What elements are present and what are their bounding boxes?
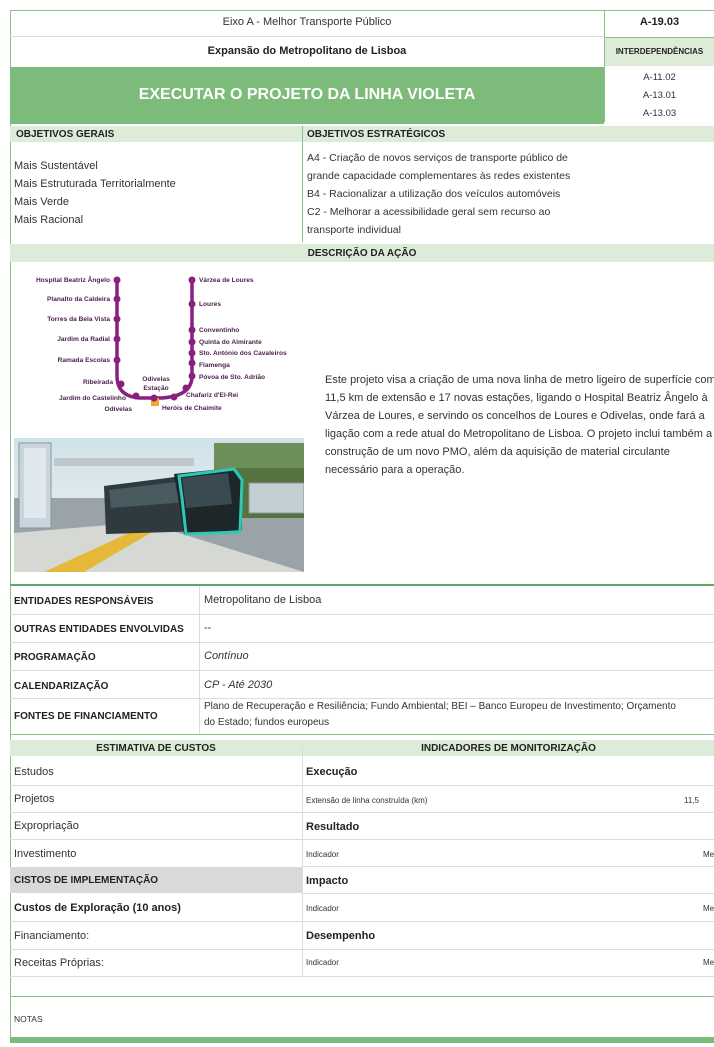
interdep-2: A-13.01: [642, 90, 677, 101]
objetivo-geral-1: Mais Sustentável: [14, 160, 98, 172]
station-label: Quinta do Almirante: [199, 339, 262, 346]
objetivos-gerais-header: OBJETIVOS GERAIS: [10, 126, 302, 142]
indicador-impacto-nome: Indicador: [306, 904, 339, 913]
custo-projetos: Projetos: [14, 793, 55, 805]
indicador-resultado-nome: Indicador: [306, 850, 339, 859]
indicador-desempenho-nome: Indicador: [306, 958, 339, 967]
station-label: Jardim da Radial: [57, 336, 110, 343]
descricao-line-2: 11,5 km de extensão e 17 novas estações,…: [325, 392, 708, 404]
custos-implementacao-label: CISTOS DE IMPLEMENTAÇÃO: [14, 875, 159, 886]
indicador-resultado-valor: Me: [703, 850, 714, 859]
objetivo-estrategico-line-5: transporte individual: [307, 224, 401, 236]
indicador-impacto: Impacto: [306, 875, 349, 887]
indicador-resultado: Resultado: [306, 821, 360, 833]
descricao-header: DESCRIÇÃO DA AÇÃO: [10, 244, 714, 262]
indicador-desempenho-valor: Me: [703, 958, 714, 967]
descricao-line-5: construção de um novo PMO, além da aquis…: [325, 446, 670, 458]
indicador-execucao-nome: Extensão de linha construída (km): [306, 796, 428, 805]
station-label: Chafariz d'El-Rei: [186, 392, 238, 399]
program-title: Expansão do Metropolitano de Lisboa: [207, 45, 407, 57]
notas-label: NOTAS: [14, 1014, 43, 1024]
calendarizacao-value: CP - Até 2030: [204, 679, 273, 691]
indicador-execucao: Execução: [306, 766, 358, 778]
custo-estudos: Estudos: [14, 766, 54, 778]
receitas-proprias-label: Receitas Próprias:: [14, 957, 104, 969]
station-label: Flamenga: [199, 362, 230, 369]
financiamento-label: Financiamento:: [14, 930, 90, 942]
station-label: Loures: [199, 301, 221, 308]
calendarizacao-label: CALENDARIZAÇÃO: [14, 681, 109, 692]
footer-band: [10, 1037, 714, 1043]
objetivo-estrategico-line-3: B4 - Racionalizar a utilização dos veícu…: [307, 188, 561, 200]
station-label: Heróis de Chaimite: [162, 405, 222, 412]
objetivo-estrategico-line-2: grande capacidade complementares às rede…: [307, 170, 571, 182]
interdep-3: A-13.03: [642, 108, 677, 119]
objetivo-estrategico-line-4: C2 - Melhorar a acessibilidade geral sem…: [307, 206, 551, 218]
axis-title: Eixo A - Melhor Transporte Público: [222, 16, 392, 28]
objetivos-estrategicos-header: OBJETIVOS ESTRATÉGICOS: [303, 126, 714, 142]
station-label: Sto. António dos Cavaleiros: [199, 350, 287, 357]
custo-expropriacao: Expropriação: [14, 820, 79, 832]
station-label: Póvoa de Sto. Adrião: [199, 374, 265, 381]
action-title: EXECUTAR O PROJETO DA LINHA VIOLETA: [138, 86, 476, 103]
objetivo-estrategico-line-1: A4 - Criação de novos serviços de transp…: [307, 152, 568, 164]
entidades-responsaveis-value: Metropolitano de Lisboa: [204, 594, 322, 606]
tram-photo: [14, 438, 304, 572]
station-label: Hospital Beatriz Ângelo: [36, 275, 110, 284]
estimativa-custos-header: ESTIMATIVA DE CUSTOS: [10, 740, 302, 756]
outras-entidades-value: --: [204, 622, 212, 634]
action-code: A-19.03: [639, 16, 680, 28]
indicador-execucao-valor: 11,5: [684, 796, 699, 805]
station-label: Jardim do Castelinho: [59, 395, 126, 402]
station-label: Ribeirada: [83, 379, 113, 386]
descricao-line-4: ligação com a rede atual do Metropolitan…: [325, 428, 713, 440]
descricao-line-1: Este projeto visa a criação de uma nova …: [325, 374, 714, 386]
custos-exploracao-label: Custos de Exploração (10 anos): [14, 902, 181, 914]
programacao-value: Contínuo: [204, 650, 249, 662]
station-label: Odivelas: [105, 406, 133, 413]
station-label: Várzea de Loures: [199, 277, 254, 284]
descricao-line-3: Várzea de Loures, e servindo os concelho…: [325, 410, 705, 422]
station-label: Estação: [143, 385, 168, 392]
programacao-label: PROGRAMAÇÃO: [14, 652, 96, 663]
station-label: Torres da Bela Vista: [47, 316, 110, 323]
custo-investimento: Investimento: [14, 848, 77, 860]
station-label: Conventinho: [199, 327, 239, 334]
outras-entidades-label: OUTRAS ENTIDADES ENVOLVIDAS: [14, 624, 184, 635]
station-label: Planalto da Caldeira: [47, 296, 110, 303]
fontes-financiamento-line-1: Plano de Recuperação e Resiliência; Fund…: [204, 701, 676, 712]
objetivo-geral-2: Mais Estruturada Territorialmente: [14, 178, 176, 190]
fontes-financiamento-line-2: do Estado; fundos europeus: [204, 717, 330, 728]
interdep-1: A-11.02: [643, 72, 676, 83]
station-label: Odivelas: [142, 376, 170, 383]
fontes-financiamento-label: FONTES DE FINANCIAMENTO: [14, 711, 158, 722]
indicador-desempenho: Desempenho: [306, 930, 376, 942]
indicador-impacto-valor: Me: [703, 904, 714, 913]
indicadores-header: INDICADORES DE MONITORIZAÇÃO: [303, 740, 714, 756]
station-label: Ramada Escolas: [58, 357, 111, 364]
objetivo-geral-3: Mais Verde: [14, 196, 70, 208]
entidades-responsaveis-label: ENTIDADES RESPONSÁVEIS: [14, 596, 154, 607]
descricao-line-6: necessário para a operação.: [325, 464, 465, 476]
interdependencies-header: INTERDEPENDÊNCIAS: [605, 38, 714, 66]
objetivo-geral-4: Mais Racional: [14, 214, 84, 226]
metro-line-map: Hospital Beatriz Ângelo Planalto da Cald…: [36, 275, 287, 413]
